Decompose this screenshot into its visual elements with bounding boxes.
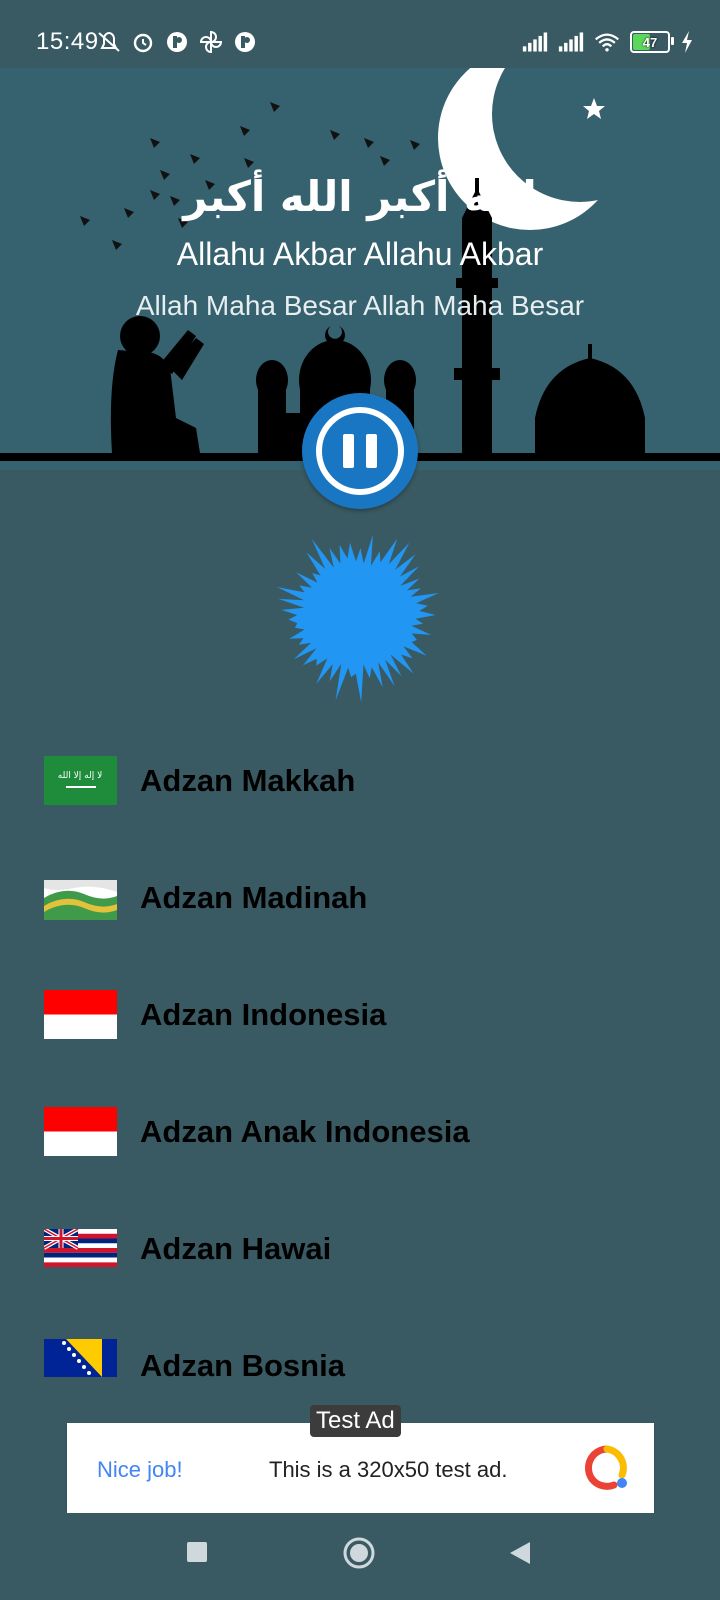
list-item-label: Adzan Indonesia (140, 996, 387, 1032)
ad-message: This is a 320x50 test ad. (269, 1457, 508, 1482)
visualizer-burst (276, 534, 439, 703)
alarm-icon (130, 30, 156, 54)
app-icon (164, 30, 190, 54)
triangle-back-icon (510, 1542, 530, 1564)
square-icon (187, 1542, 207, 1562)
audio-visualizer (276, 534, 439, 703)
meaning-text: Allah Maha Besar Allah Maha Besar (135, 290, 585, 321)
recent-apps-button[interactable] (186, 1541, 208, 1568)
system-nav-bar (0, 1513, 720, 1600)
back-button[interactable] (509, 1541, 531, 1570)
arabic-text: الله أكبر الله أكبر (183, 172, 537, 221)
pause-icon (316, 407, 404, 495)
charging-icon (680, 30, 694, 54)
app-icon (232, 30, 258, 54)
signal-icon (522, 30, 548, 54)
hawaii-flag-icon (44, 1229, 117, 1267)
saudi-arabia-flag-icon: ﻻ إله إلا الله (44, 756, 117, 805)
bosnia-flag-icon (44, 1339, 117, 1377)
praying-man-icon (110, 316, 204, 453)
list-item-anak-indonesia[interactable]: Adzan Anak Indonesia (0, 1073, 720, 1190)
signal-icon (558, 30, 584, 54)
circle-icon (343, 1537, 375, 1569)
indonesia-flag-icon (44, 1107, 117, 1156)
battery-icon: 47 (630, 31, 674, 53)
list-item-label: Adzan Hawai (140, 1230, 332, 1266)
clock: 15:49 (36, 28, 99, 55)
list-item-label: Adzan Bosnia (140, 1347, 345, 1383)
status-left-icons (96, 30, 258, 54)
pause-button[interactable] (302, 393, 418, 509)
indonesia-flag-icon (44, 990, 117, 1039)
list-item-indonesia[interactable]: Adzan Indonesia (0, 956, 720, 1073)
madinah-flag-icon (44, 880, 117, 920)
status-bar: 15:49 47 (0, 0, 720, 68)
list-item-madinah[interactable]: Adzan Madinah (0, 839, 720, 956)
battery-percent: 47 (642, 34, 658, 50)
list-item-label: Adzan Makkah (140, 762, 356, 798)
status-right-icons: 47 (522, 30, 694, 54)
test-ad-tag: Test Ad (310, 1405, 401, 1437)
list-item-hawai[interactable]: Adzan Hawai (0, 1190, 720, 1307)
list-item-label: Adzan Madinah (140, 879, 368, 915)
home-button[interactable] (343, 1537, 375, 1574)
list-item-label: Adzan Anak Indonesia (140, 1113, 470, 1149)
wifi-icon (594, 30, 620, 54)
mute-icon (96, 30, 122, 54)
ad-logo-icon (584, 1445, 630, 1491)
ad-nice-label: Nice job! (97, 1457, 183, 1482)
latin-text: Allahu Akbar Allahu Akbar (176, 236, 544, 272)
svg-text:ﻻ إله إلا الله: ﻻ إله إلا الله (58, 771, 102, 781)
list-item-makkah[interactable]: ﻻ إله إلا الله Adzan Makkah (0, 722, 720, 839)
pinwheel-icon (198, 30, 224, 54)
